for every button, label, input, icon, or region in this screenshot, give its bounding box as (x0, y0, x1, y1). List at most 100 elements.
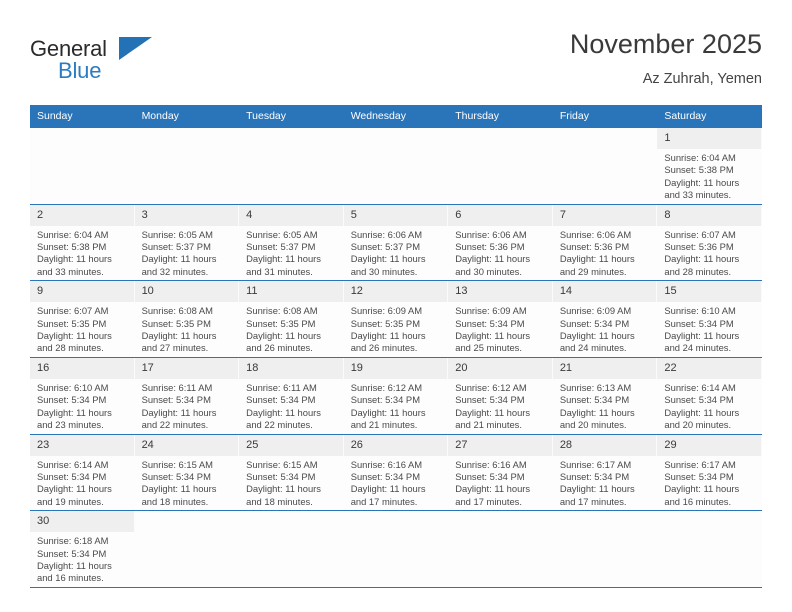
calendar-day-cell[interactable]: 9 Sunrise: 6:07 AM Sunset: 5:35 PM Daylight… (30, 280, 135, 358)
day-detail-line: Sunrise: 6:14 AM (37, 458, 109, 470)
calendar-day-cell[interactable]: 22 Sunrise: 6:14 AM Sunset: 5:34 PM Dayligh… (657, 357, 762, 435)
day-details: Sunrise: 6:14 AM Sunset: 5:34 PM Daylight:… (657, 379, 762, 434)
day-detail-line: Sunset: 5:34 PM (246, 394, 316, 406)
calendar-page: General Blue November 2025 Az Zuhrah, Ye… (0, 0, 792, 612)
day-details: Sunrise: 6:08 AM Sunset: 5:35 PM Daylight:… (135, 302, 240, 357)
day-detail-line: Sunrise: 6:06 AM (559, 228, 632, 240)
calendar-day-cell[interactable]: 16 Sunrise: 6:10 AM Sunset: 5:34 PM Dayligh… (30, 357, 135, 435)
calendar-day-cell[interactable]: 19 Sunrise: 6:12 AM Sunset: 5:34 PM Dayligh… (343, 357, 449, 435)
day-detail-line: Sunset: 5:34 PM (664, 394, 734, 406)
day-detail-line: and 26 minutes. (246, 342, 313, 354)
calendar-day-cell[interactable]: 8 Sunrise: 6:07 AM Sunset: 5:36 PM Daylight… (657, 204, 762, 282)
weekday-header-tuesday: Tuesday (239, 105, 344, 128)
day-number: 16 (30, 357, 135, 379)
calendar-week-row: 2 Sunrise: 6:04 AM Sunset: 5:38 PM Daylight… (30, 204, 762, 282)
calendar-empty-cell (239, 510, 344, 588)
calendar-day-cell[interactable]: 11 Sunrise: 6:08 AM Sunset: 5:35 PM Dayligh… (239, 280, 344, 358)
page-header: General Blue November 2025 Az Zuhrah, Ye… (30, 28, 762, 100)
calendar-day-cell[interactable]: 4 Sunrise: 6:05 AM Sunset: 5:37 PM Daylight… (239, 204, 344, 282)
day-detail-line: Sunset: 5:34 PM (37, 470, 107, 482)
day-number: 3 (134, 204, 240, 226)
calendar-empty-cell (343, 510, 449, 588)
day-detail-line: Sunset: 5:35 PM (141, 317, 211, 329)
calendar-empty-cell (30, 128, 135, 205)
calendar-day-cell[interactable]: 3 Sunrise: 6:05 AM Sunset: 5:37 PM Daylight… (134, 204, 240, 282)
calendar-day-cell[interactable]: 21 Sunrise: 6:13 AM Sunset: 5:34 PM Dayligh… (552, 357, 658, 435)
day-detail-line: Sunrise: 6:17 AM (559, 458, 632, 470)
day-details: Sunrise: 6:16 AM Sunset: 5:34 PM Daylight:… (344, 456, 449, 511)
page-subtitle: Az Zuhrah, Yemen (642, 71, 762, 87)
day-details: Sunrise: 6:10 AM Sunset: 5:34 PM Daylight:… (30, 379, 135, 434)
day-number: 7 (552, 204, 658, 226)
day-detail-line: Sunset: 5:34 PM (455, 394, 525, 406)
day-number: 9 (30, 281, 135, 303)
calendar-day-cell[interactable]: 5 Sunrise: 6:06 AM Sunset: 5:37 PM Daylight… (343, 204, 449, 282)
day-number: 6 (448, 204, 553, 226)
calendar-day-cell[interactable]: 24 Sunrise: 6:15 AM Sunset: 5:34 PM Dayligh… (134, 434, 240, 512)
day-detail-line: Sunset: 5:37 PM (246, 241, 316, 253)
calendar-day-cell[interactable]: 10 Sunrise: 6:08 AM Sunset: 5:35 PM Dayligh… (134, 280, 240, 358)
day-details: Sunrise: 6:05 AM Sunset: 5:37 PM Daylight:… (135, 226, 240, 281)
calendar-day-cell[interactable]: 17 Sunrise: 6:11 AM Sunset: 5:34 PM Dayligh… (134, 357, 240, 435)
calendar-day-cell[interactable]: 13 Sunrise: 6:09 AM Sunset: 5:34 PM Dayligh… (448, 280, 553, 358)
general-blue-logo[interactable]: General Blue (30, 36, 250, 92)
day-detail-line: Sunset: 5:36 PM (664, 241, 734, 253)
calendar-day-cell[interactable]: 29 Sunrise: 6:17 AM Sunset: 5:34 PM Dayligh… (657, 434, 762, 512)
calendar-day-cell[interactable]: 23 Sunrise: 6:14 AM Sunset: 5:34 PM Dayligh… (30, 434, 135, 512)
day-detail-line: and 24 minutes. (664, 342, 732, 354)
day-detail-line: Sunset: 5:38 PM (664, 164, 734, 176)
day-details: Sunrise: 6:09 AM Sunset: 5:35 PM Daylight:… (344, 302, 449, 357)
calendar-day-cell[interactable]: 2 Sunrise: 6:04 AM Sunset: 5:38 PM Daylight… (30, 204, 135, 282)
page-title: November 2025 (569, 29, 762, 59)
day-detail-line: Daylight: 11 hours (455, 483, 531, 495)
day-detail-line: Sunrise: 6:13 AM (559, 381, 632, 393)
calendar-day-cell[interactable]: 30 Sunrise: 6:18 AM Sunset: 5:34 PM Dayligh… (30, 510, 135, 588)
calendar-day-cell[interactable]: 28 Sunrise: 6:17 AM Sunset: 5:34 PM Dayligh… (552, 434, 658, 512)
day-number (343, 511, 449, 533)
calendar-week-row: 9 Sunrise: 6:07 AM Sunset: 5:35 PM Daylight… (30, 280, 762, 358)
day-detail-line: and 21 minutes. (455, 419, 522, 431)
calendar-empty-cell (134, 128, 240, 205)
calendar-day-cell[interactable]: 7 Sunrise: 6:06 AM Sunset: 5:36 PM Daylight… (552, 204, 658, 282)
day-detail-line: Daylight: 11 hours (559, 330, 635, 342)
day-detail-line: Daylight: 11 hours (37, 330, 112, 342)
calendar-day-cell[interactable]: 14 Sunrise: 6:09 AM Sunset: 5:34 PM Dayligh… (552, 280, 658, 358)
calendar-day-cell[interactable]: 26 Sunrise: 6:16 AM Sunset: 5:34 PM Dayligh… (343, 434, 449, 512)
calendar-day-cell[interactable]: 20 Sunrise: 6:12 AM Sunset: 5:34 PM Dayligh… (448, 357, 553, 435)
calendar-day-cell[interactable]: 1 Sunrise: 6:04 AM Sunset: 5:38 PM Daylight… (657, 128, 762, 205)
day-detail-line: Sunset: 5:36 PM (559, 241, 630, 253)
calendar-day-cell[interactable]: 27 Sunrise: 6:16 AM Sunset: 5:34 PM Dayligh… (448, 434, 553, 512)
day-detail-line: and 18 minutes. (141, 495, 209, 507)
day-detail-line: Sunrise: 6:04 AM (37, 228, 109, 240)
day-details: Sunrise: 6:17 AM Sunset: 5:34 PM Daylight:… (657, 456, 762, 511)
day-detail-line: and 20 minutes. (559, 419, 627, 431)
calendar-day-cell[interactable]: 18 Sunrise: 6:11 AM Sunset: 5:34 PM Dayligh… (239, 357, 344, 435)
day-detail-line: and 20 minutes. (664, 419, 732, 431)
day-details: Sunrise: 6:09 AM Sunset: 5:34 PM Daylight:… (448, 302, 553, 357)
day-detail-line: Daylight: 11 hours (141, 253, 217, 265)
calendar-empty-cell (552, 128, 658, 205)
day-detail-line: and 22 minutes. (141, 419, 209, 431)
day-details: Sunrise: 6:04 AM Sunset: 5:38 PM Daylight:… (657, 149, 762, 204)
day-details: Sunrise: 6:12 AM Sunset: 5:34 PM Daylight:… (344, 379, 449, 434)
calendar-empty-cell (448, 128, 553, 205)
day-detail-line: Sunrise: 6:05 AM (246, 228, 318, 240)
day-detail-line: Daylight: 11 hours (559, 406, 635, 418)
day-detail-line: Daylight: 11 hours (141, 406, 217, 418)
day-number (657, 511, 762, 533)
day-number: 11 (239, 281, 344, 303)
day-detail-line: and 33 minutes. (37, 265, 104, 277)
day-detail-line: Daylight: 11 hours (350, 330, 426, 342)
day-detail-line: Sunrise: 6:05 AM (141, 228, 213, 240)
day-detail-line: and 27 minutes. (141, 342, 209, 354)
day-number: 13 (448, 281, 553, 303)
day-detail-line: Daylight: 11 hours (37, 253, 112, 265)
calendar-day-cell[interactable]: 25 Sunrise: 6:15 AM Sunset: 5:34 PM Dayligh… (239, 434, 344, 512)
calendar-day-cell[interactable]: 12 Sunrise: 6:09 AM Sunset: 5:35 PM Dayligh… (343, 280, 449, 358)
calendar-day-cell[interactable]: 15 Sunrise: 6:10 AM Sunset: 5:34 PM Dayligh… (657, 280, 762, 358)
calendar-empty-cell (343, 128, 449, 205)
day-detail-line: Sunset: 5:34 PM (664, 317, 734, 329)
day-number: 12 (343, 281, 449, 303)
calendar-body: 1 Sunrise: 6:04 AM Sunset: 5:38 PM Daylight… (30, 128, 762, 588)
calendar-day-cell[interactable]: 6 Sunrise: 6:06 AM Sunset: 5:36 PM Daylight… (448, 204, 553, 282)
